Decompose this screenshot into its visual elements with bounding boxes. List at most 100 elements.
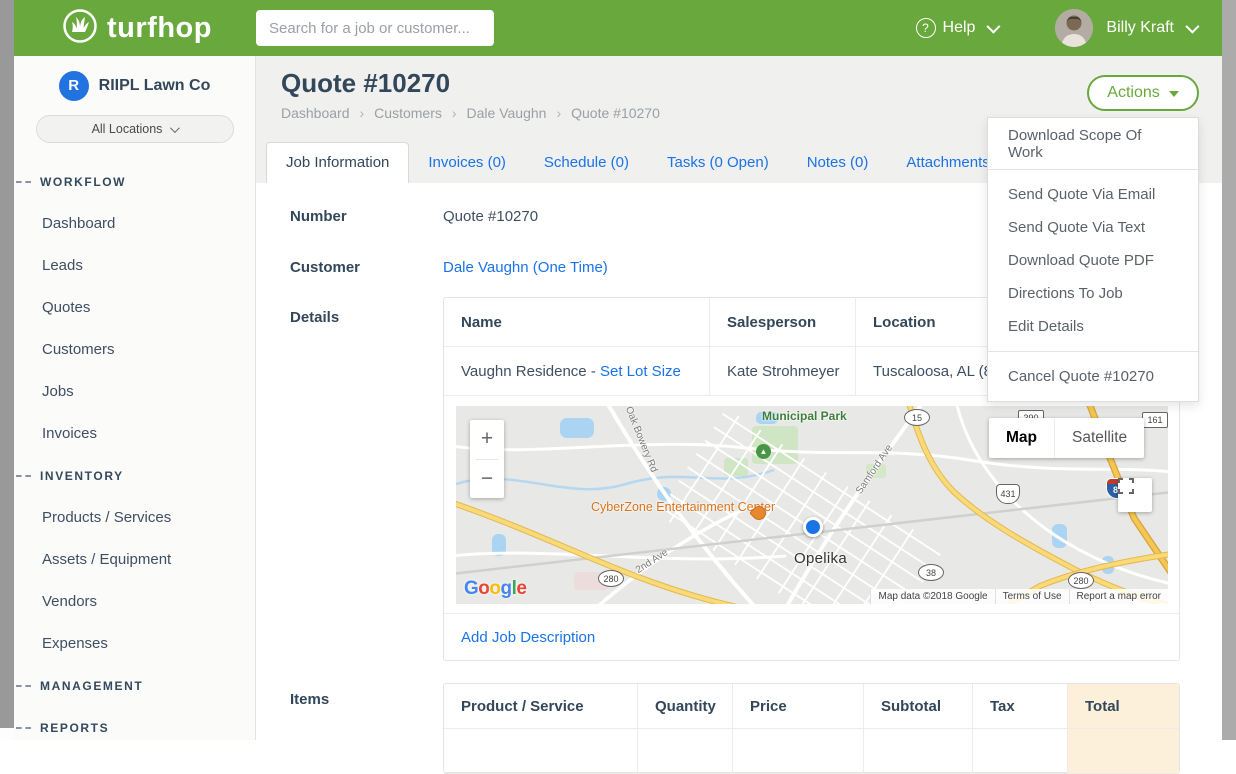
items-panel: Product / Service Quantity Price Subtota… xyxy=(443,683,1180,773)
right-scrollbar[interactable] xyxy=(1222,0,1236,740)
items-col-total: Total xyxy=(1068,684,1179,728)
menu-item-send-quote-text[interactable]: Send Quote Via Text xyxy=(988,211,1198,244)
terms-of-use-link[interactable]: Terms of Use xyxy=(995,589,1069,604)
company-badge: R xyxy=(59,71,89,101)
user-avatar[interactable] xyxy=(1055,9,1093,47)
add-job-description-link[interactable]: Add Job Description xyxy=(461,629,595,646)
route-shield-161: 161 xyxy=(1142,412,1168,428)
details-col-name: Name xyxy=(444,298,710,346)
fullscreen-icon xyxy=(1118,478,1134,494)
menu-item-directions-to-job[interactable]: Directions To Job xyxy=(988,277,1198,310)
menu-item-download-quote-pdf[interactable]: Download Quote PDF xyxy=(988,244,1198,277)
number-label: Number xyxy=(290,208,347,225)
sidebar-section-management[interactable]: MANAGEMENT xyxy=(14,665,255,707)
google-logo[interactable]: Google xyxy=(464,578,526,600)
breadcrumb-dashboard[interactable]: Dashboard xyxy=(281,105,350,121)
breadcrumb-customer-name[interactable]: Dale Vaughn xyxy=(442,105,547,121)
menu-item-edit-details[interactable]: Edit Details xyxy=(988,310,1198,343)
sidebar-item-leads[interactable]: Leads xyxy=(14,245,255,287)
job-name-text: Vaughn Residence - xyxy=(461,363,600,380)
turfhop-grass-icon xyxy=(62,8,98,49)
help-menu[interactable]: ? Help xyxy=(916,18,998,38)
details-col-salesperson: Salesperson xyxy=(710,298,856,346)
tab-job-information[interactable]: Job Information xyxy=(266,142,409,183)
sidebar-section-inventory: INVENTORY xyxy=(14,455,255,497)
map-label-cyberzone: CyberZone Entertainment Center xyxy=(591,500,741,515)
search-input[interactable] xyxy=(256,10,494,46)
google-map[interactable]: Municipal Park ▲ Oak Bowery Rd Samford A… xyxy=(456,406,1168,604)
items-empty-row xyxy=(444,729,1179,774)
items-col-product-service: Product / Service xyxy=(444,684,638,728)
map-type-control: Map Satellite xyxy=(989,418,1144,458)
report-map-error-link[interactable]: Report a map error xyxy=(1069,589,1168,604)
actions-dropdown-menu: Download Scope Of Work Send Quote Via Em… xyxy=(987,117,1199,402)
dashes-icon xyxy=(16,685,31,687)
chevron-down-icon xyxy=(1185,20,1199,34)
menu-item-send-quote-email[interactable]: Send Quote Via Email xyxy=(988,178,1198,211)
tab-schedule[interactable]: Schedule (0) xyxy=(525,143,648,183)
items-col-tax: Tax xyxy=(973,684,1068,728)
sidebar-item-quotes[interactable]: Quotes xyxy=(14,287,255,329)
route-shield-15: 15 xyxy=(904,409,930,426)
menu-item-cancel-quote[interactable]: Cancel Quote #10270 xyxy=(988,352,1198,401)
sidebar-section-reports[interactable]: REPORTS xyxy=(14,707,255,749)
sidebar-item-dashboard[interactable]: Dashboard xyxy=(14,203,255,245)
breadcrumb: DashboardCustomersDale VaughnQuote #1027… xyxy=(281,105,660,121)
top-navbar: turfhop ? Help Billy Kraft xyxy=(0,0,1236,56)
map-attribution: Map data ©2018 Google Terms of Use Repor… xyxy=(870,589,1168,604)
details-label: Details xyxy=(290,309,339,326)
customer-link[interactable]: Dale Vaughn (One Time) xyxy=(443,259,608,276)
breadcrumb-customers[interactable]: Customers xyxy=(350,105,442,121)
sidebar-item-products-services[interactable]: Products / Services xyxy=(14,497,255,539)
salesperson-cell: Kate Strohmeyer xyxy=(710,347,856,395)
location-dot-marker xyxy=(803,517,823,537)
customer-label: Customer xyxy=(290,259,360,276)
sidebar-item-customers[interactable]: Customers xyxy=(14,329,255,371)
dashes-icon xyxy=(16,727,31,729)
help-label: Help xyxy=(943,19,976,37)
park-marker-icon: ▲ xyxy=(756,444,771,459)
chevron-down-icon xyxy=(170,123,180,133)
route-shield-280-left: 280 xyxy=(598,570,624,587)
breadcrumb-current: Quote #10270 xyxy=(546,105,659,121)
job-name-cell: Vaughn Residence - Set Lot Size xyxy=(444,347,710,395)
route-shield-431: 431 xyxy=(996,484,1020,504)
dashes-icon xyxy=(16,475,31,477)
items-label: Items xyxy=(290,691,329,708)
location-filter-label: All Locations xyxy=(92,122,163,136)
sidebar-item-jobs[interactable]: Jobs xyxy=(14,371,255,413)
company-name: RIIPL Lawn Co xyxy=(99,77,211,95)
sidebar-item-invoices[interactable]: Invoices xyxy=(14,413,255,455)
fullscreen-button[interactable] xyxy=(1118,478,1152,512)
tab-tasks[interactable]: Tasks (0 Open) xyxy=(648,143,788,183)
map-data-text: Map data ©2018 Google xyxy=(870,589,994,604)
route-shield-280-right: 280 xyxy=(1068,572,1094,589)
chevron-down-icon xyxy=(987,20,1001,34)
map-type-satellite-button[interactable]: Satellite xyxy=(1055,418,1144,458)
page-title: Quote #10270 xyxy=(281,68,450,99)
tab-notes[interactable]: Notes (0) xyxy=(788,143,888,183)
number-value: Quote #10270 xyxy=(443,208,538,225)
map-zoom-control: + − xyxy=(470,420,504,498)
left-scrollbar-track[interactable] xyxy=(0,0,14,740)
menu-item-download-scope[interactable]: Download Scope Of Work xyxy=(988,118,1198,169)
help-icon: ? xyxy=(916,18,936,38)
actions-button[interactable]: Actions xyxy=(1087,75,1199,111)
zoom-out-button[interactable]: − xyxy=(470,460,504,499)
items-col-price: Price xyxy=(733,684,864,728)
sidebar-item-vendors[interactable]: Vendors xyxy=(14,581,255,623)
sidebar: R RIIPL Lawn Co All Locations WORKFLOW D… xyxy=(14,56,256,740)
left-scrollbar-thumb[interactable] xyxy=(0,0,14,728)
brand-logo[interactable]: turfhop xyxy=(62,8,212,49)
zoom-in-button[interactable]: + xyxy=(470,420,504,459)
tab-invoices[interactable]: Invoices (0) xyxy=(409,143,525,183)
map-type-map-button[interactable]: Map xyxy=(989,418,1055,458)
user-name[interactable]: Billy Kraft xyxy=(1106,19,1174,37)
location-filter-dropdown[interactable]: All Locations xyxy=(36,115,234,143)
sidebar-item-expenses[interactable]: Expenses xyxy=(14,623,255,665)
tab-bar: Job Information Invoices (0) Schedule (0… xyxy=(266,143,1031,183)
set-lot-size-link[interactable]: Set Lot Size xyxy=(600,363,681,380)
company-header: R RIIPL Lawn Co xyxy=(14,56,255,115)
sidebar-item-assets-equipment[interactable]: Assets / Equipment xyxy=(14,539,255,581)
dashes-icon xyxy=(16,181,31,183)
